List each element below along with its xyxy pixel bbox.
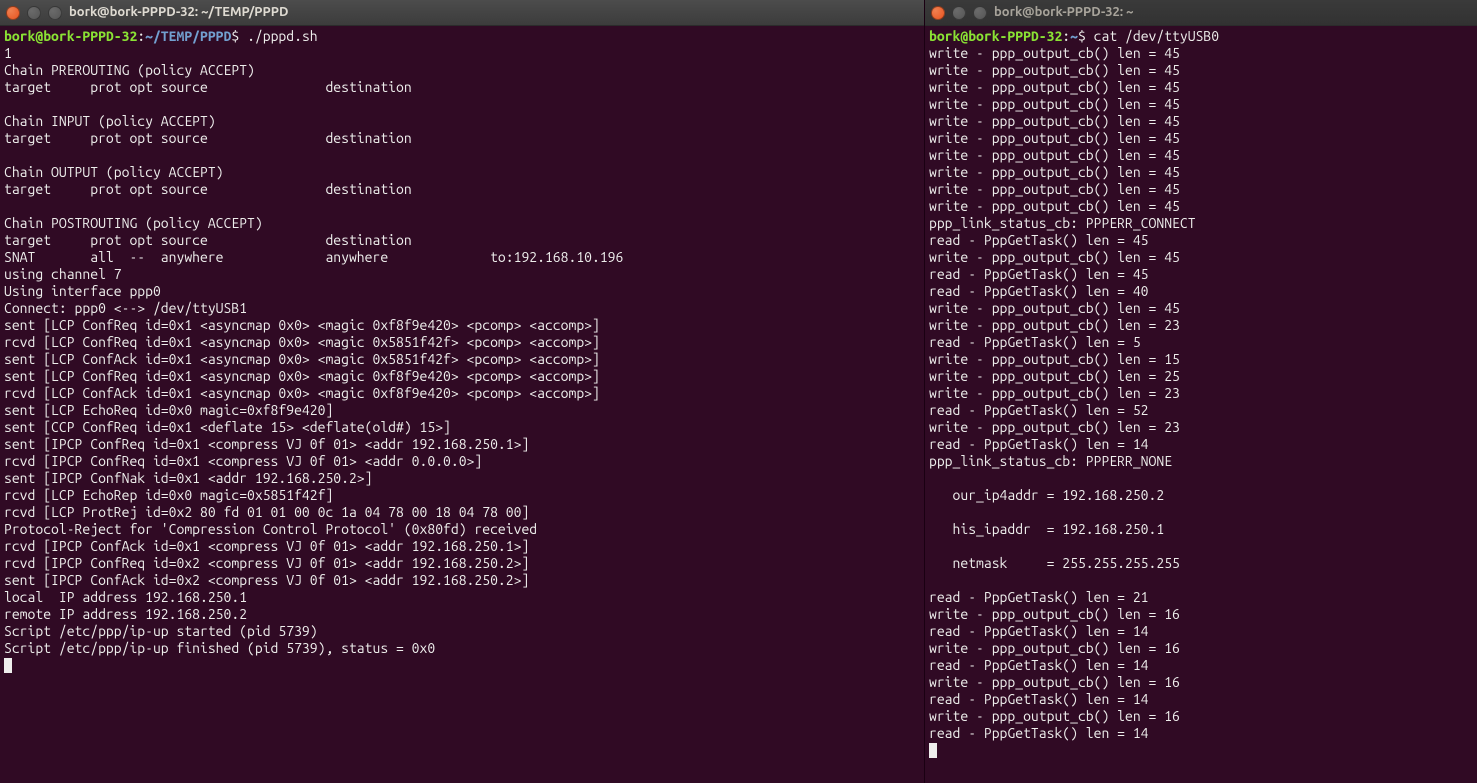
output-line: write - ppp_output_cb() len = 45: [929, 249, 1180, 265]
output-line: using channel 7: [4, 266, 122, 282]
window-title: bork@bork-PPPD-32: ~: [994, 4, 1133, 21]
output-line: ppp_link_status_cb: PPPERR_NONE: [929, 453, 1172, 469]
output-line: Chain PREROUTING (policy ACCEPT): [4, 62, 255, 78]
prompt-sep: :: [137, 28, 145, 44]
output-line: sent [IPCP ConfNak id=0x1 <addr 192.168.…: [4, 470, 372, 486]
command-input: ./pppd.sh: [247, 28, 318, 44]
output-line: remote IP address 192.168.250.2: [4, 606, 247, 622]
output-line: read - PppGetTask() len = 21: [929, 589, 1149, 605]
output-line: write - ppp_output_cb() len = 45: [929, 62, 1180, 78]
output-line: rcvd [IPCP ConfReq id=0x2 <compress VJ 0…: [4, 555, 529, 571]
output-line: sent [CCP ConfReq id=0x1 <deflate 15> <d…: [4, 419, 451, 435]
output-line: write - ppp_output_cb() len = 15: [929, 351, 1180, 367]
maximize-icon[interactable]: [48, 6, 62, 20]
output-line: SNAT all -- anywhere anywhere to:192.168…: [4, 249, 623, 265]
output-line: write - ppp_output_cb() len = 45: [929, 96, 1180, 112]
output-line: write - ppp_output_cb() len = 45: [929, 130, 1180, 146]
output-line: ppp_link_status_cb: PPPERR_CONNECT: [929, 215, 1196, 231]
output-line: read - PppGetTask() len = 5: [929, 334, 1141, 350]
output-line: write - ppp_output_cb() len = 45: [929, 79, 1180, 95]
output-line: read - PppGetTask() len = 14: [929, 436, 1149, 452]
titlebar-right[interactable]: bork@bork-PPPD-32: ~: [925, 0, 1477, 26]
output-line: rcvd [IPCP ConfReq id=0x1 <compress VJ 0…: [4, 453, 482, 469]
output-line: Connect: ppp0 <--> /dev/ttyUSB1: [4, 300, 247, 316]
prompt-path: ~/TEMP/PPPD: [145, 28, 231, 44]
output-line: Script /etc/ppp/ip-up finished (pid 5739…: [4, 640, 435, 656]
output-line: write - ppp_output_cb() len = 45: [929, 198, 1180, 214]
output-line: write - ppp_output_cb() len = 45: [929, 164, 1180, 180]
output-line: sent [IPCP ConfReq id=0x1 <compress VJ 0…: [4, 436, 529, 452]
prompt-user: bork@bork-PPPD-32: [929, 28, 1062, 44]
close-icon[interactable]: [931, 6, 945, 20]
output-line: target prot opt source destination: [4, 130, 412, 146]
output-line: Script /etc/ppp/ip-up started (pid 5739): [4, 623, 318, 639]
output-line: write - ppp_output_cb() len = 23: [929, 419, 1180, 435]
output-line: write - ppp_output_cb() len = 23: [929, 317, 1180, 333]
output-line: target prot opt source destination: [4, 232, 412, 248]
output-line: read - PppGetTask() len = 45: [929, 232, 1149, 248]
minimize-icon[interactable]: [27, 6, 41, 20]
output-line: Chain POSTROUTING (policy ACCEPT): [4, 215, 263, 231]
terminal-right[interactable]: bork@bork-PPPD-32:~$ cat /dev/ttyUSB0 wr…: [925, 26, 1477, 783]
output-line: write - ppp_output_cb() len = 16: [929, 640, 1180, 656]
output-line: write - ppp_output_cb() len = 45: [929, 147, 1180, 163]
output-line: write - ppp_output_cb() len = 45: [929, 300, 1180, 316]
output-line: write - ppp_output_cb() len = 16: [929, 674, 1180, 690]
terminal-window-right: bork@bork-PPPD-32: ~ bork@bork-PPPD-32:~…: [925, 0, 1477, 783]
output-line: write - ppp_output_cb() len = 16: [929, 606, 1180, 622]
output-line: write - ppp_output_cb() len = 45: [929, 45, 1180, 61]
output-line: read - PppGetTask() len = 45: [929, 266, 1149, 282]
titlebar-left[interactable]: bork@bork-PPPD-32: ~/TEMP/PPPD: [0, 0, 924, 26]
output-line: his_ipaddr = 192.168.250.1: [929, 521, 1164, 537]
output-line: rcvd [LCP ConfAck id=0x1 <asyncmap 0x0> …: [4, 385, 600, 401]
prompt-dollar: $: [231, 28, 247, 44]
output-line: our_ip4addr = 192.168.250.2: [929, 487, 1164, 503]
prompt-sep: :: [1062, 28, 1070, 44]
output-line: local IP address 192.168.250.1: [4, 589, 247, 605]
cursor: [4, 658, 12, 673]
output-line: Chain OUTPUT (policy ACCEPT): [4, 164, 224, 180]
output-line: sent [LCP ConfReq id=0x1 <asyncmap 0x0> …: [4, 317, 600, 333]
output-line: Chain INPUT (policy ACCEPT): [4, 113, 216, 129]
output-line: read - PppGetTask() len = 14: [929, 657, 1149, 673]
terminal-left[interactable]: bork@bork-PPPD-32:~/TEMP/PPPD$ ./pppd.sh…: [0, 26, 924, 783]
output-line: read - PppGetTask() len = 14: [929, 691, 1149, 707]
output-line: Protocol-Reject for 'Compression Control…: [4, 521, 537, 537]
command-input: cat /dev/ttyUSB0: [1094, 28, 1219, 44]
output-line: rcvd [LCP ProtRej id=0x2 80 fd 01 01 00 …: [4, 504, 529, 520]
output-line: read - PppGetTask() len = 14: [929, 623, 1149, 639]
output-line: netmask = 255.255.255.255: [929, 555, 1180, 571]
output-line: read - PppGetTask() len = 14: [929, 725, 1149, 741]
prompt-user: bork@bork-PPPD-32: [4, 28, 137, 44]
maximize-icon[interactable]: [973, 6, 987, 20]
output-line: 1: [4, 45, 12, 61]
cursor: [929, 743, 937, 758]
output-line: sent [LCP ConfReq id=0x1 <asyncmap 0x0> …: [4, 368, 600, 384]
output-line: target prot opt source destination: [4, 79, 412, 95]
output-line: write - ppp_output_cb() len = 25: [929, 368, 1180, 384]
output-line: sent [LCP EchoReq id=0x0 magic=0xf8f9e42…: [4, 402, 333, 418]
output-line: read - PppGetTask() len = 52: [929, 402, 1149, 418]
output-line: sent [IPCP ConfAck id=0x2 <compress VJ 0…: [4, 572, 529, 588]
minimize-icon[interactable]: [952, 6, 966, 20]
output-line: rcvd [IPCP ConfAck id=0x1 <compress VJ 0…: [4, 538, 529, 554]
output-line: rcvd [LCP EchoRep id=0x0 magic=0x5851f42…: [4, 487, 333, 503]
output-line: target prot opt source destination: [4, 181, 412, 197]
output-line: sent [LCP ConfAck id=0x1 <asyncmap 0x0> …: [4, 351, 600, 367]
output-line: write - ppp_output_cb() len = 16: [929, 708, 1180, 724]
prompt-dollar: $: [1078, 28, 1094, 44]
close-icon[interactable]: [6, 6, 20, 20]
output-line: write - ppp_output_cb() len = 45: [929, 113, 1180, 129]
terminal-window-left: bork@bork-PPPD-32: ~/TEMP/PPPD bork@bork…: [0, 0, 925, 783]
output-line: write - ppp_output_cb() len = 23: [929, 385, 1180, 401]
window-title: bork@bork-PPPD-32: ~/TEMP/PPPD: [69, 4, 288, 21]
output-line: write - ppp_output_cb() len = 45: [929, 181, 1180, 197]
output-line: rcvd [LCP ConfReq id=0x1 <asyncmap 0x0> …: [4, 334, 600, 350]
prompt-path: ~: [1070, 28, 1078, 44]
output-line: read - PppGetTask() len = 40: [929, 283, 1149, 299]
output-line: Using interface ppp0: [4, 283, 161, 299]
